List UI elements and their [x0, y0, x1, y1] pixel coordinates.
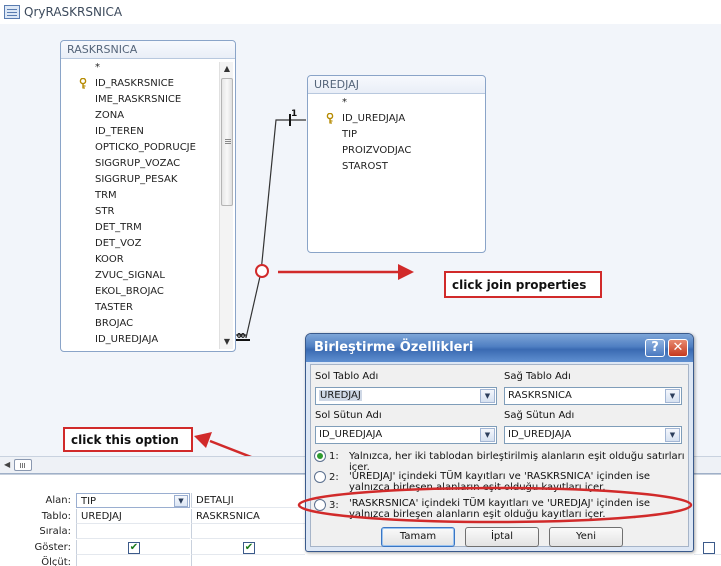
table-raskrsnica-fields: * ID_RASKRSNICE IME_RASKRSNICE ZONA ID_TEREN… — [61, 60, 235, 351]
grid-criteria-cell[interactable] — [191, 555, 305, 566]
chevron-down-icon[interactable]: ▼ — [480, 428, 495, 442]
field-list-item[interactable]: KOOR — [61, 252, 235, 268]
grid-field-cell[interactable]: DETALJI — [191, 493, 305, 508]
chevron-down-icon[interactable]: ▼ — [480, 389, 495, 403]
left-column-value: ID_UREDJAJA — [319, 429, 383, 440]
field-list-item[interactable]: ID_UREDJAJA — [61, 332, 235, 348]
join-properties-dialog[interactable]: Birleştirme Özellikleri ? ✕ Sol Tablo Ad… — [305, 333, 694, 552]
chevron-down-icon[interactable]: ▼ — [665, 389, 680, 403]
scroll-thumb-horizontal[interactable] — [14, 459, 32, 471]
field-list-item[interactable]: STR — [61, 204, 235, 220]
join-option-2-text[interactable]: 'UREDJAJ' içindeki TÜM kayıtları ve 'RAS… — [349, 471, 689, 493]
field-list-item[interactable]: PROIZVODJAC — [308, 143, 485, 159]
table-uredjaj[interactable]: UREDJAJ * ID_UREDJAJA TIP PROIZVODJAC STAROS… — [307, 75, 486, 253]
field-list-item[interactable]: ZONA — [61, 108, 235, 124]
grid-sort-cell[interactable] — [191, 524, 305, 539]
close-icon[interactable]: ✕ — [668, 339, 688, 357]
field-list-item[interactable]: TIP — [308, 127, 485, 143]
scroll-left-icon[interactable]: ◀ — [4, 460, 10, 469]
field-list-scrollbar[interactable]: ▲ ▼ — [219, 62, 233, 349]
scroll-thumb[interactable] — [221, 78, 233, 206]
field-list-item[interactable]: DET_VOZ — [61, 236, 235, 252]
grid-sort-cell[interactable] — [76, 524, 190, 539]
table-uredjaj-header[interactable]: UREDJAJ — [308, 76, 485, 94]
dialog-body: Sol Tablo Adı Sağ Tablo Adı UREDJAJ ▼ RA… — [310, 364, 689, 547]
field-list-item[interactable]: ID_RASKRSNICE — [61, 76, 235, 92]
new-button[interactable]: Yeni — [549, 527, 623, 547]
scroll-down-icon[interactable]: ▼ — [220, 335, 234, 349]
right-column-label: Sağ Sütun Adı — [504, 410, 575, 421]
ok-button[interactable]: Tamam — [381, 527, 455, 547]
join-option-3-text[interactable]: 'RASKRSNICA' içindeki TÜM kayıtları ve '… — [349, 498, 689, 520]
left-column-select[interactable]: ID_UREDJAJA ▼ — [315, 426, 497, 444]
left-table-value: UREDJAJ — [319, 390, 362, 401]
grid-field-cell[interactable]: TIP ▼ — [76, 493, 190, 508]
scroll-up-icon[interactable]: ▲ — [220, 62, 234, 76]
table-raskrsnica[interactable]: RASKRSNICA * ID_RASKRSNICE IME_RASKRSNICE Z… — [60, 40, 236, 352]
right-column-select[interactable]: ID_UREDJAJA ▼ — [504, 426, 682, 444]
field-list-item[interactable]: EKOL_BROJAC — [61, 284, 235, 300]
grip-icon — [225, 139, 231, 140]
field-list-item[interactable]: ID_UREDJAJA — [308, 111, 485, 127]
field-name: ID_UREDJAJA — [342, 113, 406, 124]
show-checkbox[interactable]: ✔ — [243, 542, 255, 554]
field-list-item[interactable]: * — [61, 60, 235, 76]
field-list-item[interactable]: * — [308, 95, 485, 111]
grid-field-value: TIP — [81, 496, 97, 507]
show-checkbox[interactable] — [703, 542, 715, 554]
callout-join-properties: click join properties — [444, 271, 602, 298]
join-option-1-radio[interactable] — [314, 450, 326, 462]
field-name: ID_RASKRSNICE — [95, 78, 174, 89]
join-option-2-number: 2: — [329, 472, 339, 483]
grid-label-table: Tablo: — [41, 511, 71, 522]
grid-table-cell[interactable]: RASKRSNICA — [191, 509, 305, 524]
field-list-item[interactable]: BROJAC — [61, 316, 235, 332]
right-table-select[interactable]: RASKRSNICA ▼ — [504, 387, 682, 405]
join-option-3-radio[interactable] — [314, 499, 326, 511]
table-raskrsnica-header[interactable]: RASKRSNICA — [61, 41, 235, 59]
chevron-down-icon[interactable]: ▼ — [665, 428, 680, 442]
help-icon[interactable]: ? — [645, 339, 665, 357]
field-list-item[interactable]: ID_TEREN — [61, 124, 235, 140]
left-table-label: Sol Tablo Adı — [315, 371, 379, 382]
field-list-item[interactable]: SIGGRUP_VOZAC — [61, 156, 235, 172]
cancel-button[interactable]: İptal — [465, 527, 539, 547]
field-list-item[interactable]: ZVUC_SIGNAL — [61, 268, 235, 284]
field-list-item[interactable]: IME_RASKRSNICE — [61, 92, 235, 108]
field-list-item[interactable]: ID_ZNAK — [61, 348, 235, 351]
join-option-1-text[interactable]: Yalnızca, her iki tablodan birleştirilmi… — [349, 451, 689, 473]
table-uredjaj-fields: * ID_UREDJAJA TIP PROIZVODJAC STAROST — [308, 95, 485, 252]
field-list-item[interactable]: STAROST — [308, 159, 485, 175]
query-icon — [4, 5, 20, 19]
field-list-item[interactable]: OPTICKO_PODRUCJE — [61, 140, 235, 156]
chevron-down-icon[interactable]: ▼ — [174, 495, 188, 507]
join-option-2-radio[interactable] — [314, 471, 326, 483]
grid-label-field: Alan: — [45, 495, 71, 506]
left-column-label: Sol Sütun Adı — [315, 410, 382, 421]
show-checkbox[interactable]: ✔ — [128, 542, 140, 554]
right-column-value: ID_UREDJAJA — [508, 429, 572, 440]
right-table-label: Sağ Tablo Adı — [504, 371, 571, 382]
field-list-item[interactable]: SIGGRUP_PESAK — [61, 172, 235, 188]
callout-this-option: click this option — [63, 427, 193, 452]
grid-criteria-cell[interactable] — [76, 555, 190, 566]
grid-label-sort: Sırala: — [39, 526, 71, 537]
right-table-value: RASKRSNICA — [508, 390, 572, 401]
primary-key-icon — [326, 113, 334, 124]
field-list-item[interactable]: TRM — [61, 188, 235, 204]
grid-label-show: Göster: — [34, 542, 71, 553]
join-option-1-number: 1: — [329, 451, 339, 462]
dialog-title[interactable]: Birleştirme Özellikleri — [306, 334, 693, 362]
field-list-item[interactable]: TASTER — [61, 300, 235, 316]
field-list-item[interactable]: DET_TRM — [61, 220, 235, 236]
left-table-select[interactable]: UREDJAJ ▼ — [315, 387, 497, 405]
grid-table-cell[interactable]: UREDJAJ — [76, 509, 190, 524]
grid-label-criteria: Ölçüt: — [41, 557, 71, 566]
window-title: QryRASKRSNICA — [24, 5, 123, 19]
window-titlebar: QryRASKRSNICA — [0, 0, 721, 24]
join-option-3-number: 3: — [329, 500, 339, 511]
primary-key-icon — [79, 78, 87, 89]
